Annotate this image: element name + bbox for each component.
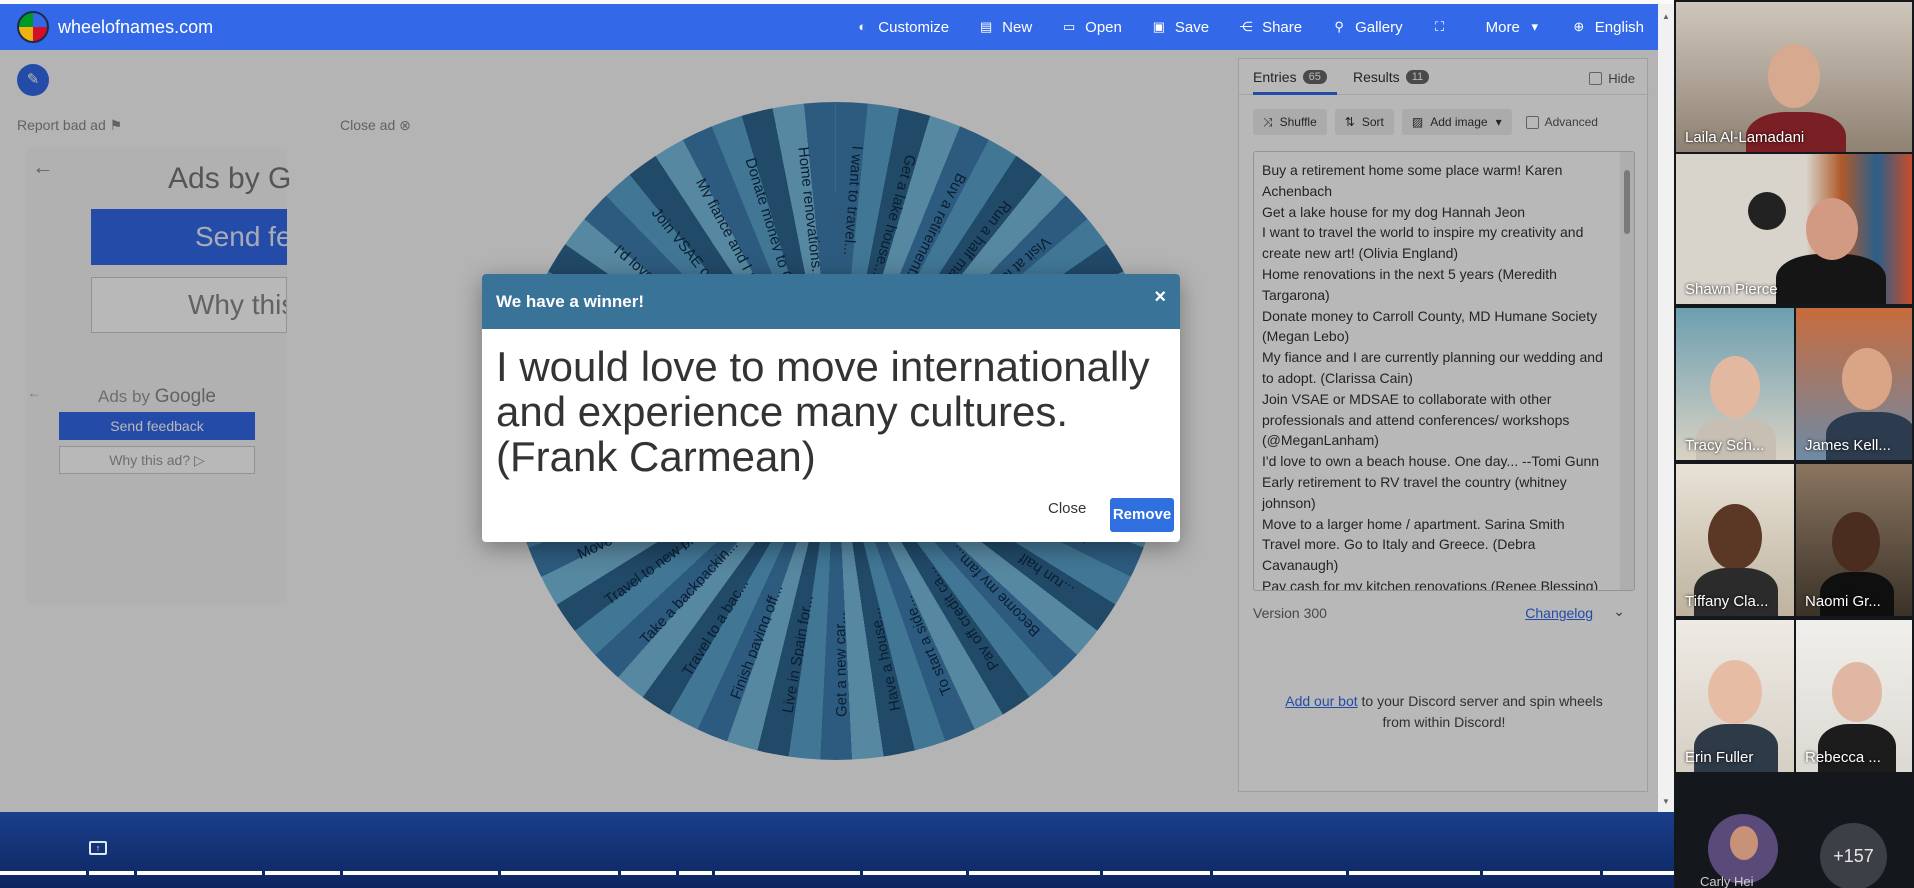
menu-item-customize[interactable]: ◐ Customize: [855, 19, 949, 36]
menu-item-open[interactable]: ▭ Open: [1062, 19, 1122, 36]
participant-name: Erin Fuller: [1685, 749, 1754, 766]
self-face: [1730, 826, 1758, 860]
folder-icon: ▭: [1063, 19, 1076, 34]
fullscreen-icon: ⛶: [1435, 19, 1445, 34]
progress-segment-divider: [676, 871, 679, 875]
menu-item-fullscreen[interactable]: ⛶: [1433, 20, 1456, 34]
progress-segment-divider: [860, 871, 863, 875]
menu-item-label: Save: [1174, 18, 1210, 36]
participant-tile[interactable]: Naomi Gr...: [1796, 464, 1912, 616]
screen: wheelofnames.com ◐ Customize ▤ New ▭ Open ▣ Sav…: [0, 0, 1914, 888]
progress-segment-divider: [262, 871, 265, 875]
participant-face: [1708, 660, 1762, 724]
progress-segment-divider: [1480, 871, 1483, 875]
progress-segment-divider: [1100, 871, 1103, 875]
progress-segment-divider: [1600, 871, 1603, 875]
scroll-down-icon[interactable]: ▼: [1662, 797, 1670, 806]
remove-button[interactable]: Remove: [1110, 498, 1174, 532]
menu-item-label: More: [1485, 18, 1520, 36]
progress-segment-divider: [134, 871, 137, 875]
menu-item-share[interactable]: ⋲ Share: [1239, 18, 1303, 36]
progress-segment-divider: [86, 871, 89, 875]
close-icon[interactable]: ×: [1154, 286, 1166, 309]
new-file-icon: ▤: [979, 19, 993, 34]
participant-name: Rebecca ...: [1805, 749, 1881, 766]
participant-name: Naomi Gr...: [1805, 593, 1881, 610]
page-scrollbar[interactable]: ▲ ▼: [1658, 4, 1674, 812]
winner-dialog: We have a winner! × I would love to move…: [482, 274, 1180, 542]
participant-face: [1768, 44, 1820, 108]
star-logo-icon: [1748, 192, 1786, 230]
participant-name: Shawn Pierce: [1685, 281, 1778, 298]
participant-name: James Kell...: [1805, 437, 1891, 454]
share-icon: ⋲: [1239, 19, 1253, 34]
participant-face: [1708, 504, 1762, 570]
participant-name: Tiffany Cla...: [1685, 593, 1769, 610]
participant-tile[interactable]: Tiffany Cla...: [1676, 464, 1794, 616]
menu-item-english[interactable]: ⊕ English: [1572, 19, 1644, 36]
chevron-down-icon: ▾: [1531, 19, 1539, 34]
winner-text: I would love to move internationally and…: [496, 343, 1150, 480]
progress-segment-divider: [618, 871, 621, 875]
participant-face: [1842, 348, 1892, 410]
more-participants-button[interactable]: +157: [1820, 823, 1887, 888]
save-icon: ▣: [1152, 19, 1165, 34]
progress-segment-divider: [1210, 871, 1213, 875]
participant-video: [1776, 254, 1886, 304]
menu-item-save[interactable]: ▣ Save: [1152, 19, 1209, 36]
progress-segment-divider: [340, 871, 343, 875]
participant-tile[interactable]: Laila Al-Lamadani: [1676, 2, 1912, 152]
progress-segment-divider: [1346, 871, 1349, 875]
participant-face: [1832, 662, 1882, 722]
close-button[interactable]: Close: [1048, 500, 1086, 517]
participant-name: Laila Al-Lamadani: [1685, 129, 1805, 146]
share-screen-icon[interactable]: ↑: [89, 841, 107, 855]
menu-item-label: Share: [1262, 18, 1303, 36]
menu-item-new[interactable]: ▤ New: [979, 19, 1032, 36]
participant-face: [1832, 512, 1880, 572]
main-menu: ◐ Customize ▤ New ▭ Open ▣ Save ⋲ Share ⚲ Gallery ⛶ M…: [825, 4, 1658, 50]
progress-segment-divider: [712, 871, 715, 875]
wheel-logo-icon[interactable]: [17, 11, 49, 43]
search-icon: ⚲: [1334, 19, 1344, 34]
globe-icon: ⊕: [1573, 19, 1585, 34]
participant-tile[interactable]: James Kell...: [1796, 308, 1912, 460]
menu-item-label: English: [1594, 18, 1644, 36]
site-title[interactable]: wheelofnames.com: [58, 17, 213, 38]
participant-face: [1710, 356, 1760, 418]
menu-item-gallery[interactable]: ⚲ Gallery: [1332, 18, 1403, 36]
participant-tile[interactable]: Rebecca ...: [1796, 620, 1912, 772]
participant-grid: Laila Al-Lamadani Shawn Pierce Tracy Sch…: [1674, 0, 1914, 888]
participant-face: [1806, 198, 1858, 260]
progress-segment-divider: [498, 871, 501, 875]
palette-icon: ◐: [858, 19, 867, 34]
participant-tile[interactable]: Shawn Pierce: [1676, 154, 1912, 304]
menu-item-label: Customize: [878, 18, 950, 36]
dialog-header: We have a winner! ×: [482, 274, 1180, 329]
wheel-app: wheelofnames.com ◐ Customize ▤ New ▭ Open ▣ Sav…: [0, 0, 1674, 812]
participant-tile[interactable]: Tracy Sch...: [1676, 308, 1794, 460]
menu-item-more[interactable]: More ▾: [1486, 19, 1542, 36]
top-navbar: wheelofnames.com ◐ Customize ▤ New ▭ Open ▣ Sav…: [0, 4, 1658, 50]
menu-item-label: New: [1002, 18, 1033, 36]
video-progress-bar[interactable]: [0, 871, 1914, 875]
participant-name: Tracy Sch...: [1685, 437, 1765, 454]
self-name: Carly Hei: [1700, 874, 1754, 888]
menu-item-label: Gallery: [1355, 18, 1403, 36]
meeting-toolbar: [0, 812, 1674, 888]
dialog-title: We have a winner!: [496, 292, 645, 311]
participant-tile[interactable]: Erin Fuller: [1676, 620, 1794, 772]
progress-segment-divider: [966, 871, 969, 875]
scroll-up-icon[interactable]: ▲: [1662, 12, 1670, 21]
menu-item-label: Open: [1085, 18, 1122, 36]
